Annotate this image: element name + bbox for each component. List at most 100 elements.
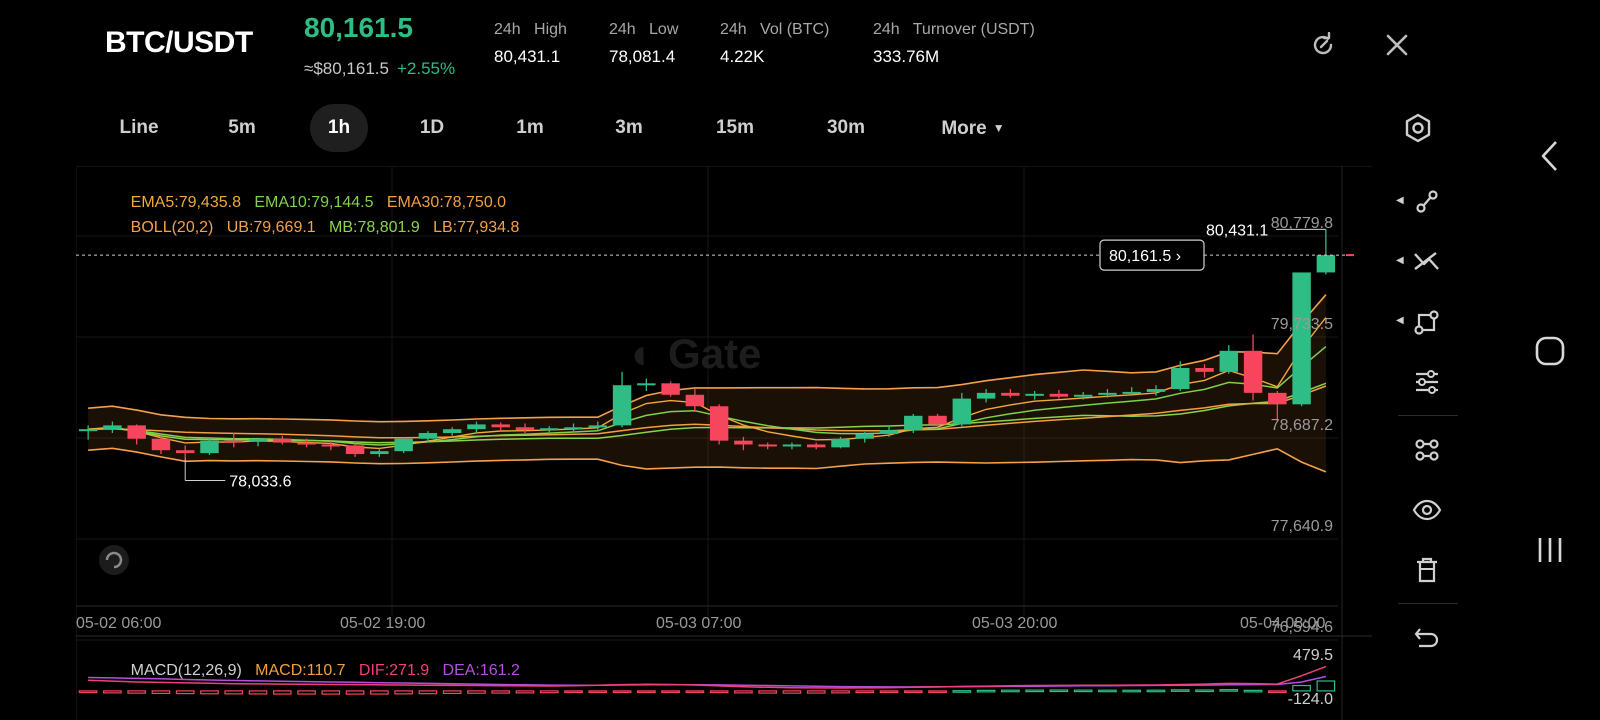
tab-3m[interactable]: 3m — [604, 104, 654, 152]
tab-15m[interactable]: 15m — [704, 104, 766, 152]
delete-icon — [1417, 557, 1437, 583]
tab-line[interactable]: Line — [112, 104, 166, 152]
delete-tool[interactable] — [1396, 548, 1458, 592]
candle-body — [515, 427, 535, 431]
y-tick-label: 78,687.2 — [1271, 417, 1333, 434]
macd-histogram-bar — [564, 690, 583, 694]
watermark: ◐ Gate — [631, 330, 761, 377]
macd-histogram-bar — [782, 690, 802, 694]
legend-boll: BOLL(20,2) — [130, 219, 214, 236]
candle-body — [224, 440, 243, 443]
trend-tool-icon — [1414, 252, 1439, 270]
home-icon[interactable] — [1526, 327, 1574, 375]
macd-bottom-label: -124.0 — [1288, 691, 1333, 708]
legend-dea: DEA:161.2 — [442, 662, 520, 679]
legend-dif: DIF:271.9 — [358, 662, 430, 679]
candle-body — [442, 429, 462, 434]
tab-5m[interactable]: 5m — [216, 104, 268, 152]
price-change: +2.55% — [396, 59, 456, 78]
macd-histogram-bar — [734, 690, 753, 694]
candle-body — [709, 406, 729, 441]
legend-macd: MACD:110.7 — [255, 662, 346, 679]
macd-histogram-bar — [952, 690, 972, 693]
candle-body — [273, 438, 292, 443]
candle-body — [103, 425, 122, 430]
undo-tool[interactable] — [1396, 616, 1458, 660]
tab-1d[interactable]: 1D — [408, 104, 456, 152]
indicator-settings-tool[interactable] — [1396, 360, 1458, 404]
tab-30m[interactable]: 30m — [814, 104, 878, 152]
recent-apps-icon[interactable] — [1526, 526, 1574, 574]
stat-value: 333.76M — [873, 47, 940, 66]
candle-body — [685, 394, 705, 407]
back-icon[interactable] — [1526, 132, 1574, 180]
macd-histogram-bar — [928, 690, 947, 694]
stat-label: 24h Vol (BTC) — [720, 21, 830, 38]
divider — [1398, 603, 1458, 604]
tab-more[interactable]: More ▼ — [932, 104, 1014, 152]
macd-histogram-bar — [855, 690, 875, 694]
chart-settings-icon[interactable] — [1402, 112, 1434, 144]
caret-down-icon: ▼ — [992, 121, 1005, 135]
tab-1m[interactable]: 1m — [506, 104, 554, 152]
candle-body — [758, 444, 777, 447]
macd-histogram-bar — [588, 690, 608, 694]
candle-body — [1195, 368, 1214, 372]
macd-histogram-bar — [831, 690, 850, 694]
macd-histogram-bar — [976, 689, 996, 693]
candle-body — [904, 415, 923, 431]
macd-histogram-bar — [1170, 689, 1190, 692]
draw-line-tool[interactable]: ◀ — [1396, 180, 1458, 224]
candle-body — [1243, 350, 1263, 393]
tab-1h[interactable]: 1h — [310, 104, 368, 152]
stat-value: 80,431.1 — [494, 47, 561, 66]
y-tick-label: 80,779.8 — [1271, 215, 1333, 232]
candle-body — [612, 385, 632, 426]
expand-icon: ◀ — [1396, 195, 1404, 206]
template-tool[interactable] — [1396, 428, 1458, 472]
expand-icon: ◀ — [1396, 315, 1404, 326]
candle-body — [491, 424, 510, 428]
drawing-toolbar: ◀ ◀ ◀ — [1378, 166, 1474, 706]
stat-value: 78,081.4 — [609, 47, 676, 66]
divider — [1398, 415, 1458, 416]
candle-body — [1292, 272, 1311, 405]
macd-histogram-bar — [1243, 689, 1263, 693]
candle-body — [831, 438, 850, 448]
boll-legend: BOLL(20,2) UB:79,669.1 MB:78,801.9 LB:77… — [104, 201, 520, 255]
candle-body — [734, 440, 753, 445]
macd-histogram-bar — [879, 690, 899, 694]
macd-histogram-bar — [1001, 689, 1020, 693]
trend-tool[interactable]: ◀ — [1396, 240, 1458, 284]
candle-body — [855, 433, 874, 439]
x-tick-label: 05-04 08:00 — [1240, 615, 1326, 632]
macd-histogram-bar — [1025, 689, 1044, 693]
visibility-icon — [1412, 499, 1442, 521]
pair-title[interactable]: BTC/USDT — [105, 26, 253, 60]
visibility-tool[interactable] — [1396, 488, 1458, 532]
stat-label: 24h Turnover (USDT) — [873, 21, 1035, 38]
close-icon[interactable] — [1382, 30, 1412, 60]
shape-tool[interactable]: ◀ — [1396, 300, 1458, 344]
undo-icon — [1414, 628, 1439, 648]
candle-body — [588, 425, 608, 428]
x-tick-label: 05-03 20:00 — [972, 615, 1058, 632]
candle-body — [248, 438, 268, 442]
stat-label: 24h Low — [609, 21, 679, 38]
candle-body — [1073, 394, 1093, 397]
macd-histogram-bar — [1195, 689, 1214, 693]
candle-body — [1025, 393, 1044, 396]
macd-histogram-bar — [539, 690, 559, 694]
candle-body — [78, 429, 98, 432]
macd-legend: MACD(12,26,9) MACD:110.7 DIF:271.9 DEA:1… — [104, 644, 520, 698]
candle-body — [1316, 255, 1336, 273]
candle-body — [1001, 392, 1020, 396]
macd-top-label: 479.5 — [1293, 647, 1333, 664]
candle-body — [370, 451, 389, 455]
trading-screen: BTC/USDT 80,161.5 ≈$80,161.5 +2.55% 24h H… — [0, 0, 1600, 720]
refresh-icon[interactable] — [1308, 30, 1338, 60]
draw-line-icon — [1416, 190, 1438, 213]
candle-body — [1146, 389, 1166, 392]
chart-area[interactable]: ◐ Gate 80,161.5 › 80,431.1 78,033.6 80,779.8… — [76, 166, 1372, 720]
fiat-price: ≈$80,161.5 — [304, 59, 389, 78]
